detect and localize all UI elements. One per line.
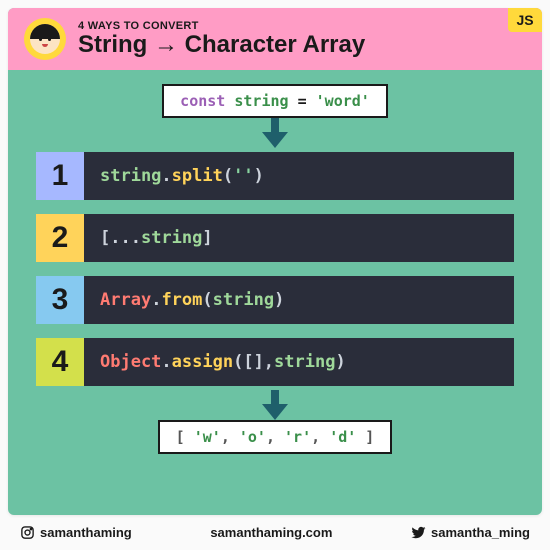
twitter-link: samantha_ming: [411, 525, 530, 540]
output-code: [ 'w', 'o', 'r', 'd' ]: [158, 420, 393, 454]
method-code: string.split(''): [84, 152, 514, 200]
arrow-down-icon: [262, 118, 288, 148]
js-badge: JS: [508, 8, 542, 32]
instagram-handle: samanthaming: [40, 525, 132, 540]
card: 4 WAYS TO CONVERT String → Character Arr…: [8, 8, 542, 515]
method-number: 3: [36, 276, 84, 324]
method-number: 2: [36, 214, 84, 262]
method-code: Object.assign([], string): [84, 338, 514, 386]
methods-list: 1string.split('')2[...string]3Array.from…: [36, 152, 514, 386]
subtitle: 4 WAYS TO CONVERT: [78, 20, 526, 32]
twitter-icon: [411, 525, 426, 540]
method-row: 1string.split(''): [36, 152, 514, 200]
body: const string = 'word' 1string.split('')2…: [8, 70, 542, 515]
method-row: 2[...string]: [36, 214, 514, 262]
instagram-icon: [20, 525, 35, 540]
website-link: samanthaming.com: [210, 525, 332, 540]
arrow-down-icon: [262, 390, 288, 420]
input-code: const string = 'word': [162, 84, 388, 118]
method-code: [...string]: [84, 214, 514, 262]
method-number: 1: [36, 152, 84, 200]
method-row: 3Array.from(string): [36, 276, 514, 324]
method-code: Array.from(string): [84, 276, 514, 324]
header: 4 WAYS TO CONVERT String → Character Arr…: [8, 8, 542, 70]
method-row: 4Object.assign([], string): [36, 338, 514, 386]
instagram-link: samanthaming: [20, 525, 132, 540]
avatar: [24, 18, 66, 60]
page-title: String → Character Array: [78, 32, 526, 58]
header-text: 4 WAYS TO CONVERT String → Character Arr…: [78, 20, 526, 58]
footer: samanthaming samanthaming.com samantha_m…: [0, 523, 550, 550]
twitter-handle: samantha_ming: [431, 525, 530, 540]
method-number: 4: [36, 338, 84, 386]
